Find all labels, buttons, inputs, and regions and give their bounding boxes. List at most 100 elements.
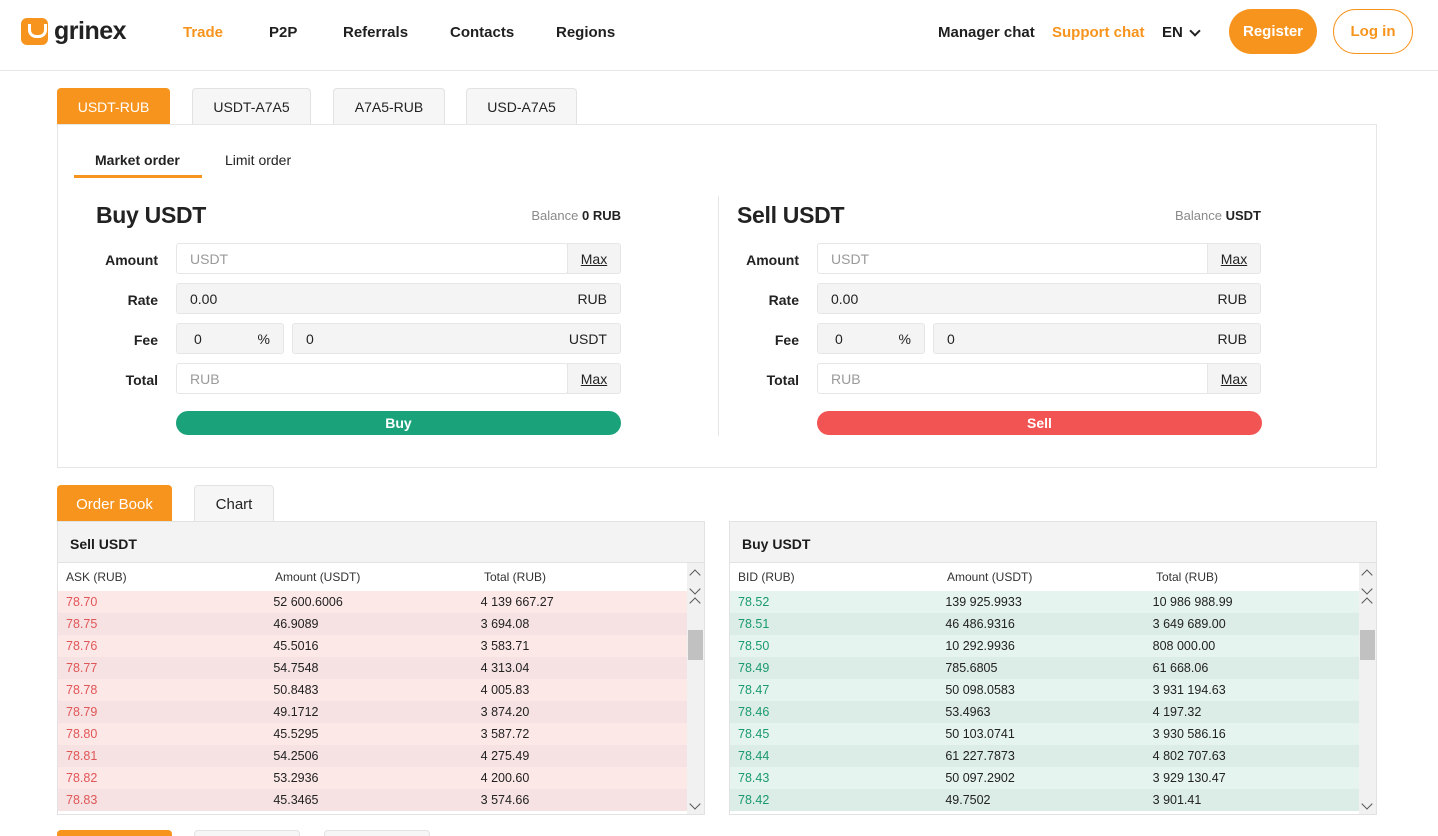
bid-row[interactable]: 78.45 50 103.0741 3 930 586.16	[730, 723, 1360, 745]
support-chat-link[interactable]: Support chat	[1052, 24, 1145, 41]
ask-columns: ASK (RUB) Amount (USDT) Total (RUB)	[58, 563, 704, 591]
tab-limit-order[interactable]: Limit order	[225, 152, 291, 168]
sell-rate-unit: RUB	[1217, 290, 1247, 307]
bid-row[interactable]: 78.52 139 925.9933 10 986 988.99	[730, 591, 1360, 613]
buy-fee-unit: USDT	[568, 330, 607, 347]
bid-row[interactable]: 78.51 46 486.9316 3 649 689.00	[730, 613, 1360, 635]
bid-panel-title: Buy USDT	[730, 522, 1376, 563]
ask-row[interactable]: 78.77 54.7548 4 313.04	[58, 657, 688, 679]
bid-row[interactable]: 78.47 50 098.0583 3 931 194.63	[730, 679, 1360, 701]
ask-amount: 46.9089	[273, 617, 319, 631]
scroll-down-icon[interactable]	[1361, 798, 1373, 810]
buy-title: Buy USDT	[96, 202, 207, 228]
ask-row[interactable]: 78.80 45.5295 3 587.72	[58, 723, 688, 745]
buy-fee-value: 0	[306, 330, 314, 347]
ask-row[interactable]: 78.82 53.2936 4 200.60	[58, 767, 688, 789]
ask-col-price: ASK (RUB)	[66, 570, 127, 584]
bid-amount: 49.7502	[945, 793, 991, 807]
bid-row[interactable]: 78.46 53.4963 4 197.32	[730, 701, 1360, 723]
bid-price: 78.52	[738, 595, 770, 609]
scroll-up-icon[interactable]	[689, 569, 701, 581]
bid-row[interactable]: 78.42 49.7502 3 901.41	[730, 789, 1360, 811]
ask-row[interactable]: 78.81 54.2506 4 275.49	[58, 745, 688, 767]
ask-price: 78.82	[66, 771, 98, 785]
scroll-thumb[interactable]	[1360, 630, 1375, 660]
ask-row[interactable]: 78.70 52 600.6006 4 139 667.27	[58, 591, 688, 613]
tab-usdt-rub[interactable]: USDT-RUB	[57, 88, 170, 125]
bid-row[interactable]: 78.43 50 097.2902 3 929 130.47	[730, 767, 1360, 789]
sell-rate-field: 0.00 RUB	[817, 283, 1261, 314]
ask-total: 3 694.08	[480, 617, 530, 631]
chevron-down-icon	[689, 583, 701, 595]
bid-row[interactable]: 78.49 785.6805 61 668.06	[730, 657, 1360, 679]
buy-total-input[interactable]: RUB	[176, 363, 568, 394]
buy-amount-input[interactable]: USDT	[176, 243, 568, 274]
top-header: grinex Trade P2P Referrals Contacts Regi…	[0, 0, 1438, 71]
nav-contacts[interactable]: Contacts	[450, 24, 514, 41]
buy-total-placeholder: RUB	[190, 370, 220, 387]
bid-amount: 785.6805	[945, 661, 998, 675]
ask-total: 3 587.72	[480, 727, 530, 741]
tab-a7a5-rub[interactable]: A7A5-RUB	[333, 88, 445, 125]
chevron-up-icon	[1361, 597, 1373, 609]
ask-scrollbar[interactable]	[687, 563, 704, 814]
login-button[interactable]: Log in	[1333, 9, 1413, 54]
sell-button[interactable]: Sell	[817, 411, 1262, 435]
sell-balance-label: Balance	[1175, 208, 1222, 223]
nav-referrals[interactable]: Referrals	[343, 24, 408, 41]
nav-p2p[interactable]: P2P	[269, 24, 297, 41]
ask-row[interactable]: 78.76 45.5016 3 583.71	[58, 635, 688, 657]
language-selector[interactable]: EN	[1162, 24, 1201, 41]
sell-fee-unit: RUB	[1217, 330, 1247, 347]
active-tab-indicator	[74, 175, 202, 178]
sell-fee-percent-value: 0	[835, 330, 843, 347]
bid-price: 78.42	[738, 793, 770, 807]
bottom-tab-3[interactable]	[324, 830, 430, 836]
buy-total-max-button[interactable]: Max	[567, 363, 621, 394]
bid-row[interactable]: 78.44 61 227.7873 4 802 707.63	[730, 745, 1360, 767]
tab-usdt-a7a5[interactable]: USDT-A7A5	[192, 88, 311, 125]
buy-amount-max-button[interactable]: Max	[567, 243, 621, 274]
sell-amount-max-button[interactable]: Max	[1207, 243, 1261, 274]
bid-price: 78.46	[738, 705, 770, 719]
ask-row[interactable]: 78.83 45.3465 3 574.66	[58, 789, 688, 811]
bid-total: 3 931 194.63	[1152, 683, 1226, 697]
ask-row[interactable]: 78.78 50.8483 4 005.83	[58, 679, 688, 701]
sell-total-input[interactable]: RUB	[817, 363, 1209, 394]
ask-price: 78.80	[66, 727, 98, 741]
tab-order-book[interactable]: Order Book	[57, 485, 172, 522]
nav-regions[interactable]: Regions	[556, 24, 615, 41]
tab-market-order[interactable]: Market order	[95, 152, 180, 168]
ask-total: 3 874.20	[480, 705, 530, 719]
buy-rate-field: 0.00 RUB	[176, 283, 621, 314]
ask-total: 4 313.04	[480, 661, 530, 675]
manager-chat-link[interactable]: Manager chat	[938, 24, 1035, 41]
tab-chart[interactable]: Chart	[194, 485, 274, 522]
ask-amount: 45.5016	[273, 639, 319, 653]
scroll-down-icon[interactable]	[689, 798, 701, 810]
sell-amount-input[interactable]: USDT	[817, 243, 1209, 274]
buy-balance-value: 0 RUB	[581, 208, 621, 223]
nav-trade[interactable]: Trade	[183, 24, 223, 41]
register-button[interactable]: Register	[1229, 9, 1317, 54]
sell-total-max-button[interactable]: Max	[1207, 363, 1261, 394]
logo[interactable]: grinex	[21, 17, 127, 46]
scroll-thumb[interactable]	[688, 630, 703, 660]
bottom-tab-1[interactable]	[57, 830, 172, 836]
ask-total: 3 574.66	[480, 793, 530, 807]
ask-row[interactable]: 78.79 49.1712 3 874.20	[58, 701, 688, 723]
buy-fee-label: Fee	[133, 332, 158, 348]
ask-price: 78.81	[66, 749, 98, 763]
scroll-up-icon[interactable]	[1361, 569, 1373, 581]
bottom-tab-2[interactable]	[194, 830, 300, 836]
bid-total: 4 802 707.63	[1152, 749, 1226, 763]
sell-amount-placeholder: USDT	[831, 250, 870, 267]
bid-scrollbar[interactable]	[1359, 563, 1376, 814]
chevron-up-icon	[689, 597, 701, 609]
bid-row[interactable]: 78.50 10 292.9936 808 000.00	[730, 635, 1360, 657]
buy-button[interactable]: Buy	[176, 411, 621, 435]
bid-total: 4 197.32	[1152, 705, 1202, 719]
ask-row[interactable]: 78.75 46.9089 3 694.08	[58, 613, 688, 635]
ask-col-total: Total (RUB)	[484, 570, 547, 584]
tab-usd-a7a5[interactable]: USD-A7A5	[466, 88, 577, 125]
